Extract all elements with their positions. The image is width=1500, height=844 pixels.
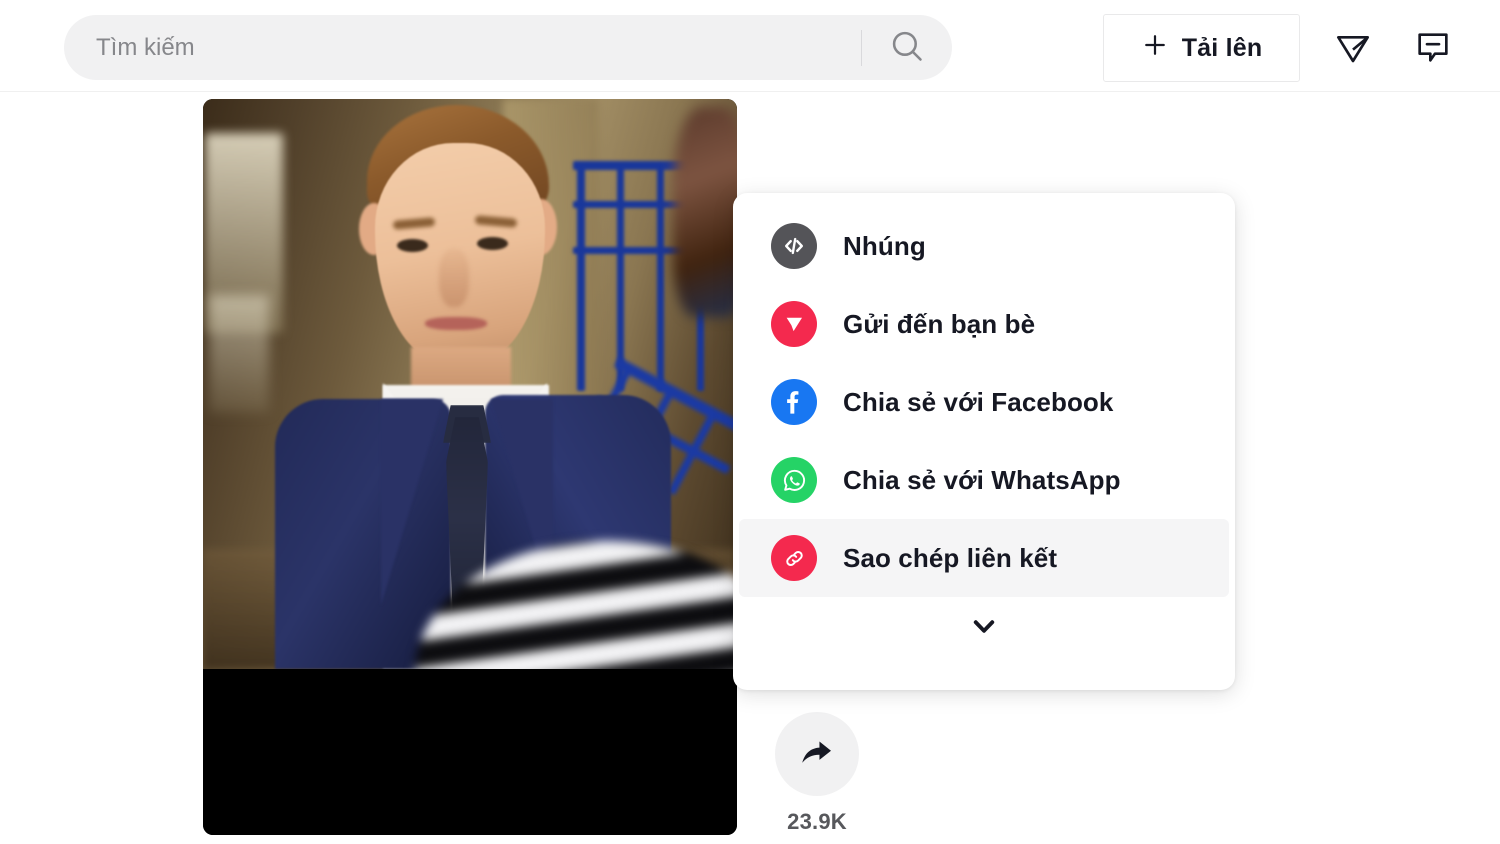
tiktok-video-page: Tải lên xyxy=(0,0,1500,844)
inbox-button[interactable] xyxy=(1406,21,1460,75)
upload-button[interactable]: Tải lên xyxy=(1103,14,1300,82)
share-arrow-icon xyxy=(796,732,838,777)
search-icon xyxy=(889,28,925,67)
copy-link-icon xyxy=(771,535,817,581)
share-menu-item-whatsapp[interactable]: Chia sẻ với WhatsApp xyxy=(739,441,1229,519)
header-actions: Tải lên xyxy=(1103,14,1460,82)
whatsapp-icon xyxy=(771,457,817,503)
top-navigation-bar: Tải lên xyxy=(0,0,1500,92)
share-menu-item-send-to-friends[interactable]: Gửi đến bạn bè xyxy=(739,285,1229,363)
share-menu-item-embed[interactable]: Nhúng xyxy=(739,207,1229,285)
facebook-icon xyxy=(771,379,817,425)
search-bar[interactable] xyxy=(64,15,952,80)
send-plane-icon xyxy=(771,301,817,347)
video-player[interactable] xyxy=(203,99,737,835)
share-menu-item-label: Chia sẻ với WhatsApp xyxy=(843,464,1121,495)
video-background-person xyxy=(673,107,737,317)
share-menu-expand-button[interactable] xyxy=(733,597,1235,659)
share-menu-item-copy-link[interactable]: Sao chép liên kết xyxy=(739,519,1229,597)
share-menu-panel: Nhúng Gửi đến bạn bè Chia sẻ với Faceboo… xyxy=(733,193,1235,690)
share-menu-item-label: Chia sẻ với Facebook xyxy=(843,386,1114,417)
share-menu-item-label: Gửi đến bạn bè xyxy=(843,308,1036,339)
share-menu-item-label: Nhúng xyxy=(843,230,926,261)
share-count: 23.9K xyxy=(787,809,847,834)
share-menu-item-label: Sao chép liên kết xyxy=(843,542,1058,573)
share-button[interactable] xyxy=(775,712,859,796)
plus-icon xyxy=(1141,31,1169,66)
send-message-icon xyxy=(1333,27,1373,70)
share-menu-item-facebook[interactable]: Chia sẻ với Facebook xyxy=(739,363,1229,441)
share-action: 23.9K xyxy=(773,712,861,835)
search-button[interactable] xyxy=(862,15,952,80)
search-input[interactable] xyxy=(64,15,861,80)
inbox-message-icon xyxy=(1413,27,1453,70)
send-message-button[interactable] xyxy=(1326,21,1380,75)
embed-code-icon xyxy=(771,223,817,269)
video-wall-light-2 xyxy=(209,295,269,413)
chevron-down-icon xyxy=(966,608,1002,649)
video-letterbox xyxy=(203,669,737,835)
upload-button-label: Tải lên xyxy=(1181,33,1263,62)
video-frame xyxy=(203,99,737,669)
